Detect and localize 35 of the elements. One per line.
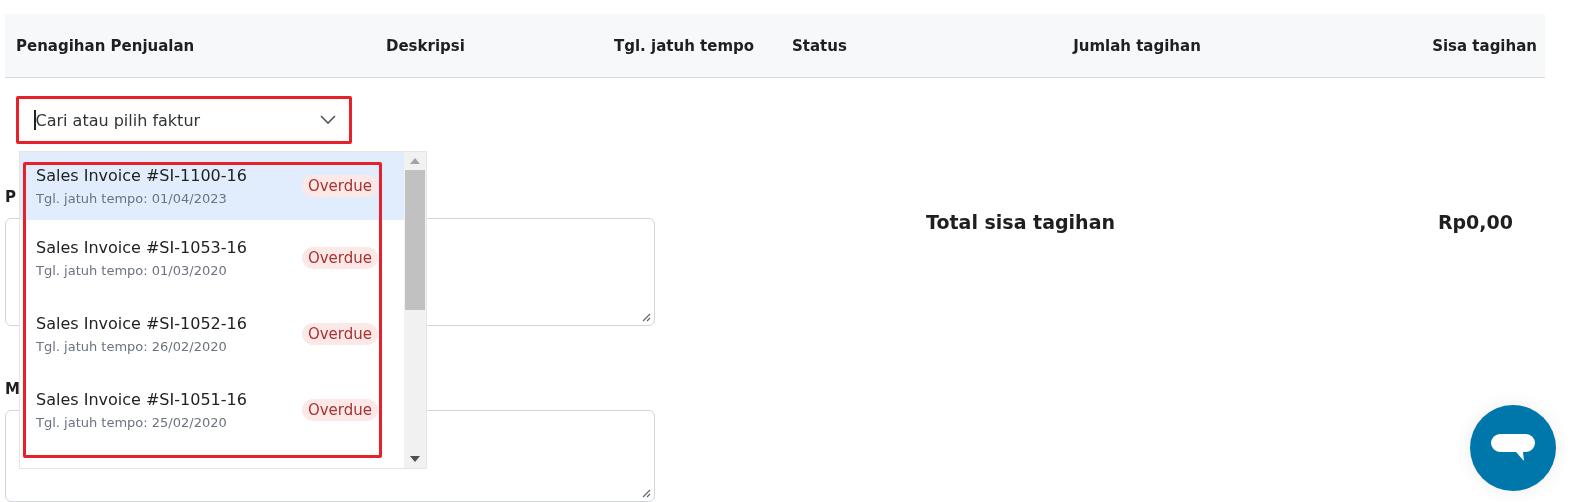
- invoice-select[interactable]: Cari atau pilih faktur: [16, 96, 352, 144]
- invoice-option[interactable]: Sales Invoice #SI-1100-16 Tgl. jatuh tempo: 01/04/2023 Overdue: [20, 152, 404, 220]
- field-label: P: [5, 188, 16, 208]
- invoice-option[interactable]: Sales Invoice #SI-1052-16 Tgl. jatuh tempo: 26/02/2020 Overdue: [20, 296, 404, 372]
- total-value: Rp0,00: [1437, 211, 1513, 233]
- invoice-title: Sales Invoice #SI-1100-16: [36, 166, 248, 185]
- invoice-option[interactable]: Sales Invoice #SI-1053-16 Tgl. jatuh tempo: 01/03/2020 Overdue: [20, 220, 404, 296]
- due-date: Tgl. jatuh tempo: 01/04/2023: [36, 191, 228, 206]
- scrollbar[interactable]: [404, 152, 426, 468]
- column-header: Deskripsi: [386, 36, 466, 55]
- status-badge: Overdue: [301, 175, 378, 197]
- column-header: Penagihan Penjualan: [16, 36, 196, 55]
- column-header: Jumlah tagihan: [1071, 36, 1202, 55]
- invoice-option[interactable]: Sales Invoice #SI-1051-16 Tgl. jatuh tempo: 25/02/2020 Overdue: [20, 372, 404, 448]
- resize-grip-icon: [641, 488, 651, 498]
- status-badge: Overdue: [301, 399, 378, 421]
- resize-grip-icon: [641, 312, 651, 322]
- scroll-down-icon: [410, 456, 420, 462]
- scroll-up-icon: [410, 158, 420, 164]
- due-date: Tgl. jatuh tempo: 26/02/2020: [36, 339, 228, 354]
- invoice-title: Sales Invoice #SI-1053-16: [36, 238, 248, 257]
- due-date: Tgl. jatuh tempo: 01/03/2020: [36, 263, 228, 278]
- field-label: M: [5, 380, 20, 400]
- status-badge: Overdue: [301, 247, 378, 269]
- chevron-down-icon: [320, 115, 336, 125]
- total-label: Total sisa tagihan: [926, 211, 1115, 233]
- invoice-title: Sales Invoice #SI-1052-16: [36, 314, 248, 333]
- chat-bubble-icon: [1490, 433, 1536, 463]
- column-header: Sisa tagihan: [1431, 36, 1537, 55]
- column-header: Status: [792, 36, 848, 55]
- invoice-title: Sales Invoice #SI-1051-16: [36, 390, 248, 409]
- due-date: Tgl. jatuh tempo: 25/02/2020: [36, 415, 228, 430]
- status-badge: Overdue: [301, 323, 378, 345]
- column-header: Tgl. jatuh tempo: [614, 36, 756, 55]
- scrollbar-thumb[interactable]: [405, 170, 425, 310]
